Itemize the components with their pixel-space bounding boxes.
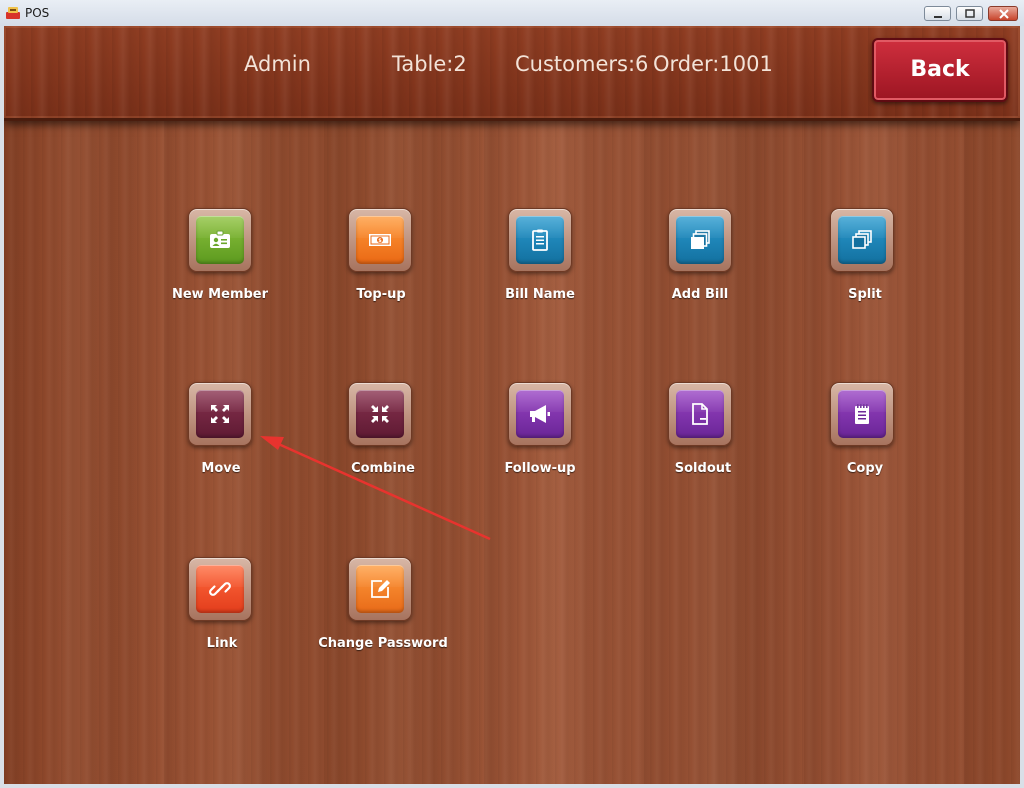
annotation-arrow-icon <box>260 436 491 541</box>
close-icon <box>999 9 1009 19</box>
maximize-button[interactable] <box>956 6 983 21</box>
window-titlebar: POS <box>0 0 1024 27</box>
close-button[interactable] <box>988 6 1018 21</box>
window-frame-right <box>1020 26 1024 784</box>
window-title: POS <box>25 6 50 20</box>
window-frame-bottom <box>0 784 1024 788</box>
minimize-button[interactable] <box>924 6 951 21</box>
pos-app-icon <box>6 7 20 19</box>
pos-function-screen: Admin Table:2 Customers:6 Order:1001 Bac… <box>4 26 1020 784</box>
maximize-icon <box>965 9 975 18</box>
minimize-icon <box>934 16 942 18</box>
